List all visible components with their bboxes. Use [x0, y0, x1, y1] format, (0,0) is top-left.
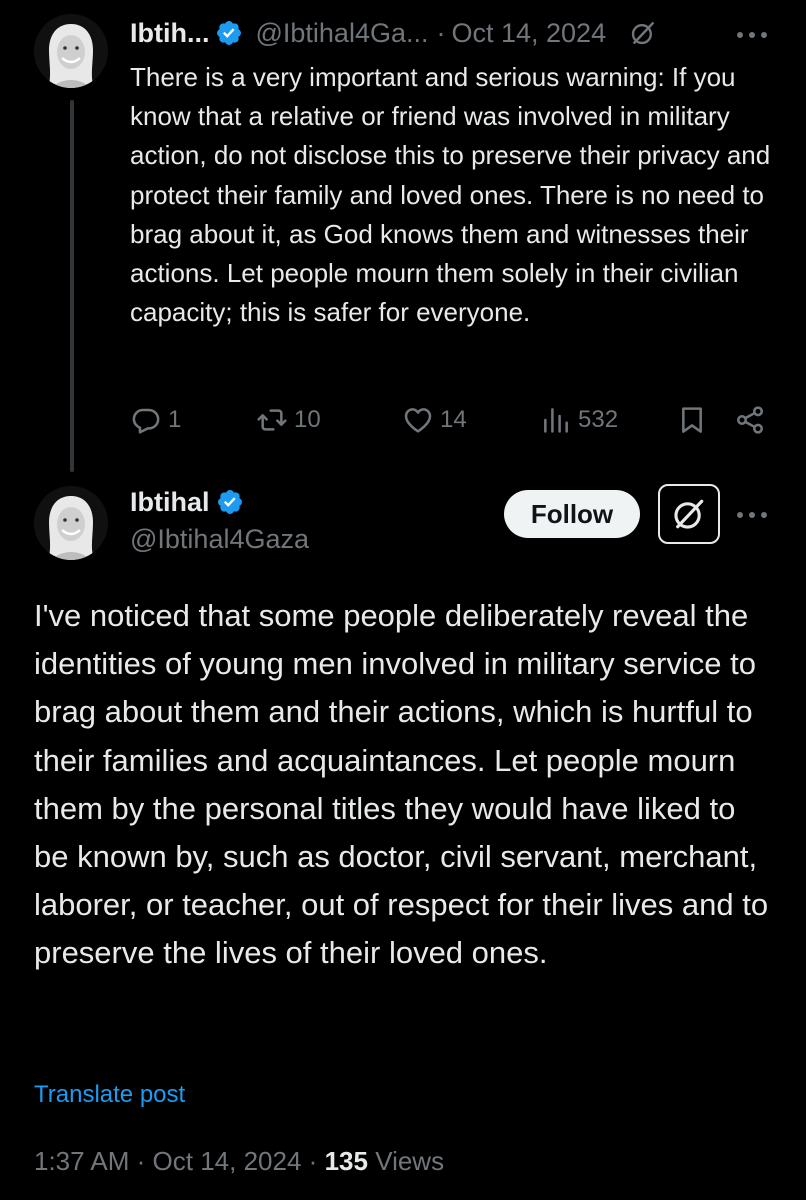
avatar-image [34, 486, 108, 560]
tweet-thread-page: Ibtih... @Ibtihal4Ga... · Oct 14, 2024 T… [0, 0, 806, 1200]
parent-avatar[interactable] [34, 14, 108, 88]
main-more-icon[interactable] [737, 510, 771, 520]
avatar-image [34, 14, 108, 88]
reply-count: 1 [168, 406, 182, 433]
views-label: Views [375, 1146, 445, 1176]
bookmark-button[interactable] [676, 396, 708, 444]
reply-icon [132, 408, 160, 434]
views-count: 532 [578, 406, 619, 433]
main-views-count: 135 [324, 1146, 368, 1176]
grok-button[interactable] [658, 484, 720, 544]
tweet-meta: 1:37 AM · Oct 14, 2024 · 135 Views [34, 1146, 444, 1177]
parent-tweet-text: There is a very important and serious wa… [130, 62, 771, 328]
like-button[interactable]: 14 [402, 396, 467, 444]
grok-icon[interactable] [630, 20, 656, 46]
translate-post-link[interactable]: Translate post [34, 1081, 185, 1109]
main-author-name[interactable]: Ibtihal [130, 487, 210, 518]
parent-more-icon[interactable] [737, 30, 771, 40]
main-avatar[interactable] [34, 486, 108, 560]
separator-dot: · [436, 17, 446, 48]
parent-tweet-header: Ibtih... @Ibtihal4Ga... · Oct 14, 2024 [130, 12, 790, 54]
verified-badge-icon [217, 490, 242, 514]
like-icon [404, 408, 432, 433]
tweet-date[interactable]: Oct 14, 2024 [153, 1146, 302, 1176]
main-tweet-text: I've noticed that some people deliberate… [34, 598, 769, 971]
repost-count: 10 [294, 406, 321, 433]
reply-button[interactable]: 1 [130, 396, 181, 444]
share-button[interactable] [734, 396, 766, 444]
separator-dot: · [136, 1146, 146, 1176]
separator-dot: · [308, 1146, 318, 1176]
tweet-time[interactable]: 1:37 AM [34, 1146, 129, 1176]
parent-tweet-actions: 1 10 14 532 [130, 396, 780, 444]
parent-author-handle[interactable]: @Ibtihal4Ga... [255, 18, 428, 49]
like-count: 14 [440, 406, 467, 433]
parent-tweet-date[interactable]: Oct 14, 2024 [451, 18, 606, 49]
repost-icon [257, 409, 287, 431]
grok-icon [674, 499, 704, 529]
views-icon [544, 408, 568, 433]
verified-badge-icon [217, 21, 242, 45]
main-author-handle[interactable]: @Ibtihal4Gaza [130, 524, 309, 555]
share-icon [737, 406, 763, 434]
parent-author-name[interactable]: Ibtih... [130, 18, 209, 49]
main-author-name-row: Ibtihal [130, 482, 244, 522]
bookmark-icon [682, 407, 702, 433]
repost-button[interactable]: 10 [256, 396, 321, 444]
views-button[interactable]: 532 [540, 396, 618, 444]
thread-line [70, 100, 74, 472]
follow-button[interactable]: Follow [504, 490, 640, 538]
